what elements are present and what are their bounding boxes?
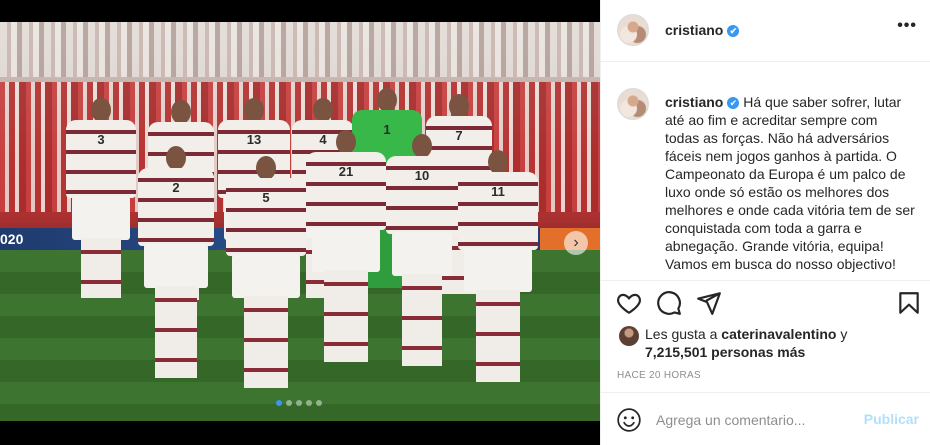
player-legs [323, 270, 369, 362]
player-front-5: 11 [458, 150, 538, 390]
liker-avatar[interactable] [619, 326, 639, 346]
likes-summary: Les gusta a caterinavalentino y [645, 326, 847, 342]
comment-input[interactable] [656, 409, 856, 431]
player-head [449, 94, 469, 118]
player-legs [475, 290, 521, 382]
caption-text: Há que saber sofrer, lutar até ao fim e … [665, 94, 915, 272]
likes-count[interactable]: 7,215,501 personas más [645, 344, 805, 360]
player-front-1: 2 [138, 146, 214, 386]
author-username-link[interactable]: cristiano ✔ [665, 22, 740, 38]
post-photo[interactable]: 020 3 13 4 1 7 2 5 21 10 11 › [0, 22, 600, 421]
player-legs [243, 296, 289, 388]
player-head [488, 150, 508, 174]
player-back-1: 3 [66, 98, 136, 338]
bookmark-icon[interactable] [896, 290, 922, 316]
player-front-4: 10 [386, 134, 458, 384]
caption-author-avatar[interactable] [617, 88, 649, 120]
player-number: 2 [172, 180, 180, 195]
player-number: 3 [97, 132, 105, 147]
comment-form: Publicar [601, 392, 930, 445]
carousel-dot [286, 400, 292, 406]
verified-icon: ✔ [727, 97, 740, 110]
player-shorts [144, 244, 208, 288]
player-front-2: 5 [226, 156, 306, 396]
player-shorts [312, 228, 380, 272]
player-number: 5 [262, 190, 270, 205]
player-head [336, 130, 356, 154]
player-head [256, 156, 276, 180]
player-head [377, 88, 397, 112]
heart-icon[interactable] [616, 290, 642, 316]
player-shorts [71, 196, 131, 240]
post-caption: cristiano ✔ Há que saber sofrer, lutar at… [665, 93, 915, 273]
author-avatar[interactable] [617, 14, 649, 46]
post-timestamp[interactable]: HACE 20 HORAS [617, 370, 701, 381]
player-legs [401, 274, 443, 366]
publish-comment-button[interactable]: Publicar [864, 411, 919, 427]
post-side-panel: cristiano ✔ ••• cristiano ✔ Há que saber s… [600, 0, 930, 445]
carousel-dot [276, 400, 282, 406]
player-legs [81, 238, 121, 298]
carousel-dots [276, 400, 322, 406]
author-username[interactable]: cristiano [665, 22, 723, 38]
player-head [244, 98, 264, 122]
carousel-dot [296, 400, 302, 406]
carousel-dot [306, 400, 312, 406]
verified-icon: ✔ [727, 25, 740, 38]
player-number: 21 [338, 164, 354, 179]
share-icon[interactable] [696, 290, 722, 316]
player-number: 11 [491, 184, 505, 199]
player-head [412, 134, 432, 158]
player-head [91, 98, 111, 122]
player-head [166, 146, 186, 170]
player-head [313, 98, 333, 122]
stadium-roof [0, 22, 600, 77]
player-front-3: 21 [306, 130, 386, 380]
liker-username[interactable]: caterinavalentino [721, 326, 836, 342]
emoji-icon[interactable] [616, 407, 642, 433]
likes-connector: y [836, 326, 848, 342]
player-shorts [464, 248, 532, 292]
more-options-button[interactable]: ••• [897, 17, 917, 35]
player-head [171, 100, 191, 124]
actions-divider [601, 280, 930, 281]
carousel-dot [316, 400, 322, 406]
player-shorts [232, 254, 300, 298]
player-shorts [391, 232, 453, 276]
next-photo-button[interactable]: › [564, 231, 588, 255]
comment-icon[interactable] [656, 290, 682, 316]
likes-prefix: Les gusta a [645, 326, 722, 342]
advertising-board-text: 020 [0, 231, 24, 247]
post-header: cristiano ✔ ••• [601, 0, 930, 62]
post-actions [616, 290, 921, 316]
caption-username[interactable]: cristiano [665, 94, 723, 110]
player-number: 10 [414, 168, 430, 183]
player-number: 13 [246, 132, 262, 147]
player-legs [154, 286, 198, 378]
